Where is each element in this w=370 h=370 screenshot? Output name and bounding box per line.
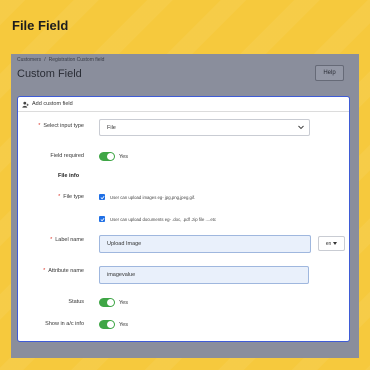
label-name-label: * Label name	[50, 237, 84, 243]
add-custom-field-modal: Add custom field * Select input type File…	[17, 96, 350, 342]
toggle-switch[interactable]	[99, 152, 115, 161]
modal-header: Add custom field	[18, 97, 349, 112]
app-screen: Customers / Registration Custom field Cust…	[11, 54, 359, 358]
file-info-heading: File info	[58, 173, 80, 179]
documents-checkbox[interactable]	[99, 216, 105, 222]
field-required-toggle[interactable]: Yes	[99, 152, 128, 161]
label-name-input[interactable]: Upload Image	[99, 235, 311, 253]
file-type-label: * File type	[58, 194, 84, 200]
images-checkbox-label: User can upload images eg- jpg,png,jpeg,…	[110, 194, 196, 200]
show-in-ac-label: Show in a/c info	[45, 321, 84, 327]
caret-down-icon	[333, 242, 338, 245]
toggle-state: Yes	[119, 153, 128, 160]
show-in-ac-toggle[interactable]: Yes	[99, 320, 128, 329]
file-type-documents-option[interactable]: User can upload documents eg- .doc, .pdf…	[99, 216, 216, 222]
language-select[interactable]: en	[318, 236, 345, 251]
input-type-select[interactable]: File	[99, 119, 310, 136]
page-title: Custom Field	[17, 68, 82, 80]
toggle-state: Yes	[119, 299, 128, 306]
toggle-switch[interactable]	[99, 298, 115, 307]
input-type-label: * Select input type	[38, 123, 84, 129]
status-toggle[interactable]: Yes	[99, 298, 128, 307]
status-label: Status	[68, 299, 84, 305]
input-type-value: File	[107, 124, 116, 131]
field-required-label: Field required	[50, 153, 84, 159]
toggle-state: Yes	[119, 321, 128, 328]
add-user-icon	[22, 101, 29, 108]
breadcrumb: Customers / Registration Custom field	[17, 57, 104, 63]
modal-title: Add custom field	[32, 101, 73, 107]
images-checkbox[interactable]	[99, 194, 105, 200]
documents-checkbox-label: User can upload documents eg- .doc, .pdf…	[110, 216, 217, 222]
attribute-name-input[interactable]: imagevalue	[99, 266, 309, 284]
toggle-switch[interactable]	[99, 320, 115, 329]
required-mark: *	[43, 268, 46, 274]
required-mark: *	[50, 237, 53, 243]
required-mark: *	[38, 123, 41, 129]
chevron-down-icon	[298, 125, 304, 132]
page-heading: File Field	[12, 18, 69, 33]
breadcrumb-item-customers[interactable]: Customers	[17, 57, 41, 63]
language-value: en	[325, 240, 332, 247]
attribute-name-label: * Attribute name	[43, 268, 84, 274]
help-button[interactable]: Help	[315, 65, 344, 81]
breadcrumb-separator: /	[44, 57, 46, 63]
file-type-images-option[interactable]: User can upload images eg- jpg,png,jpeg,…	[99, 194, 195, 200]
breadcrumb-item-current: Registration Custom field	[48, 57, 105, 63]
required-mark: *	[58, 194, 61, 200]
